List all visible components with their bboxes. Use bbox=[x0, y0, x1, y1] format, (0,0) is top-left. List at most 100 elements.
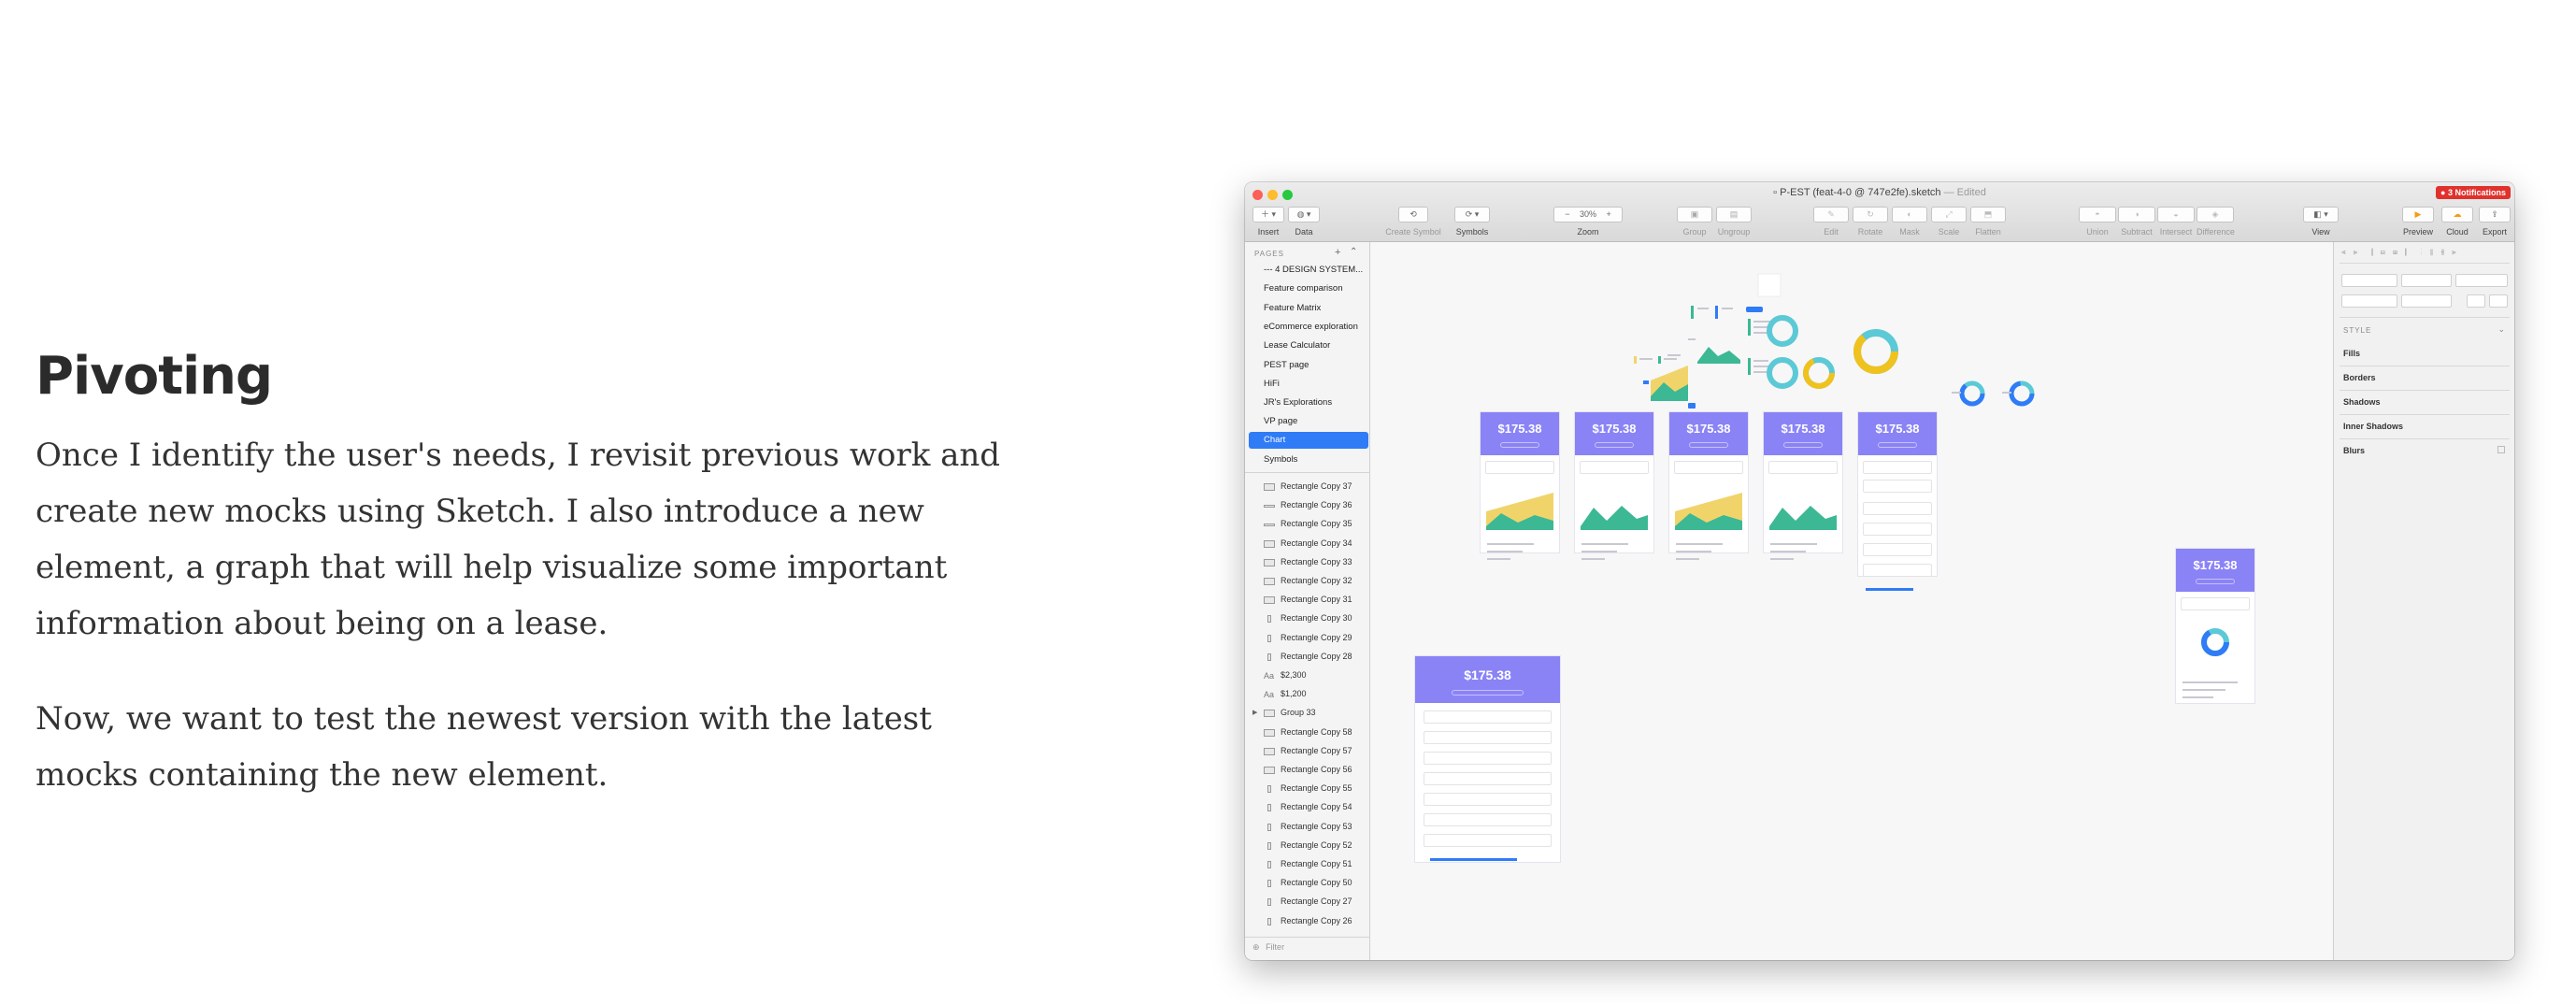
create-symbol-button[interactable]: ⟲ bbox=[1398, 207, 1428, 222]
add-page-icon[interactable]: + bbox=[1335, 247, 1340, 258]
shadows-section[interactable]: Shadows bbox=[2343, 397, 2381, 407]
group-button[interactable]: ▣ bbox=[1677, 207, 1712, 222]
layer-item[interactable]: Rectangle Copy 26 bbox=[1281, 916, 1352, 925]
header-pill-button[interactable] bbox=[1451, 690, 1524, 696]
layer-item[interactable]: Rectangle Copy 58 bbox=[1281, 727, 1352, 737]
flatten-button[interactable]: ⬒ bbox=[1970, 207, 2006, 222]
input-field[interactable] bbox=[1863, 523, 1932, 536]
slider-track[interactable] bbox=[1429, 858, 1517, 861]
input-field[interactable] bbox=[1863, 461, 1932, 474]
layer-item[interactable]: Rectangle Copy 29 bbox=[1281, 633, 1352, 642]
page-item-feature-comparison[interactable]: Feature comparison bbox=[1264, 283, 1342, 294]
x-field[interactable] bbox=[2341, 274, 2397, 287]
lock-ratio-icon[interactable] bbox=[2467, 294, 2485, 308]
layer-item[interactable]: Rectangle Copy 52 bbox=[1281, 840, 1352, 850]
artboard-card[interactable]: $175.38 bbox=[1415, 656, 1560, 862]
zoom-control[interactable]: − 30% + bbox=[1553, 207, 1623, 222]
input-field[interactable] bbox=[1424, 834, 1552, 847]
disclosure-triangle-icon[interactable]: ▶ bbox=[1252, 709, 1257, 716]
scale-button[interactable]: ⤢ bbox=[1931, 207, 1967, 222]
layer-item[interactable]: Rectangle Copy 34 bbox=[1281, 538, 1352, 548]
alignment-toolbar[interactable]: ⫷ ⫸ ▕ ⊟ ⊞ ▏ ⫶ ⫴ ⫵ ⫸ bbox=[2341, 248, 2459, 257]
collapse-pages-icon[interactable]: ⌃ bbox=[1350, 247, 1357, 257]
input-field[interactable] bbox=[1424, 813, 1552, 826]
blurs-section[interactable]: Blurs bbox=[2343, 446, 2365, 455]
data-button[interactable]: ◍ ▾ bbox=[1288, 207, 1320, 222]
input-field[interactable] bbox=[1580, 461, 1649, 474]
page-item-symbols[interactable]: Symbols bbox=[1264, 454, 1297, 465]
layer-item[interactable]: $2,300 bbox=[1281, 670, 1307, 680]
edit-button[interactable]: ✎ bbox=[1813, 207, 1849, 222]
page-item-ecommerce-exploration[interactable]: eCommerce exploration bbox=[1264, 322, 1358, 332]
header-pill-button[interactable] bbox=[1500, 442, 1539, 448]
header-pill-button[interactable] bbox=[1783, 442, 1823, 448]
borders-section[interactable]: Borders bbox=[2343, 373, 2376, 382]
layer-item[interactable]: Rectangle Copy 37 bbox=[1281, 481, 1352, 491]
page-item-vp-page[interactable]: VP page bbox=[1264, 416, 1297, 426]
union-button[interactable]: ◓ bbox=[2079, 207, 2116, 222]
layer-item[interactable]: Rectangle Copy 56 bbox=[1281, 765, 1352, 774]
difference-button[interactable]: ◈ bbox=[2197, 207, 2234, 222]
input-field[interactable] bbox=[1424, 710, 1552, 724]
intersect-button[interactable]: ◒ bbox=[2157, 207, 2195, 222]
artboard-card[interactable]: $175.38 bbox=[1764, 412, 1842, 560]
input-field[interactable] bbox=[1768, 461, 1838, 474]
y-field[interactable] bbox=[2401, 274, 2452, 287]
input-field[interactable] bbox=[1424, 793, 1552, 806]
layer-item[interactable]: Rectangle Copy 27 bbox=[1281, 896, 1352, 906]
layer-item[interactable]: Rectangle Copy 36 bbox=[1281, 500, 1352, 509]
symbols-button[interactable]: ⟳ ▾ bbox=[1454, 207, 1490, 222]
layer-item[interactable]: Rectangle Copy 33 bbox=[1281, 557, 1352, 567]
width-field[interactable] bbox=[2341, 294, 2397, 308]
export-button[interactable]: ⇪ bbox=[2479, 207, 2511, 222]
artboard-card[interactable]: $175.38 bbox=[1481, 412, 1559, 560]
layer-item[interactable]: Rectangle Copy 51 bbox=[1281, 859, 1352, 868]
input-field[interactable] bbox=[1674, 461, 1743, 474]
artboard-card[interactable]: $175.38 bbox=[2176, 549, 2254, 703]
input-field[interactable] bbox=[1863, 543, 1932, 556]
header-pill-button[interactable] bbox=[1878, 442, 1917, 448]
zoom-in-icon[interactable]: + bbox=[1607, 209, 1611, 219]
notifications-badge[interactable]: ● 3 Notifications bbox=[2436, 186, 2511, 199]
ungroup-button[interactable]: ▤ bbox=[1716, 207, 1752, 222]
flip-icon[interactable] bbox=[2489, 294, 2508, 308]
artboard-card[interactable]: $175.38 bbox=[1575, 412, 1653, 560]
page-item-lease-calculator[interactable]: Lease Calculator bbox=[1264, 340, 1330, 351]
zoom-out-icon[interactable]: − bbox=[1565, 209, 1569, 219]
layer-item[interactable]: Rectangle Copy 30 bbox=[1281, 613, 1352, 623]
inner-shadows-section[interactable]: Inner Shadows bbox=[2343, 422, 2403, 431]
layer-item[interactable]: Rectangle Copy 57 bbox=[1281, 746, 1352, 755]
slider-track[interactable] bbox=[1866, 588, 1913, 591]
layer-item[interactable]: Rectangle Copy 35 bbox=[1281, 519, 1352, 528]
input-field[interactable] bbox=[1424, 731, 1552, 744]
input-field[interactable] bbox=[1424, 752, 1552, 765]
layer-item[interactable]: Rectangle Copy 54 bbox=[1281, 802, 1352, 811]
rotate-button[interactable]: ↻ bbox=[1853, 207, 1888, 222]
fills-section[interactable]: Fills bbox=[2343, 349, 2360, 358]
height-field[interactable] bbox=[2401, 294, 2452, 308]
input-field[interactable] bbox=[1485, 461, 1554, 474]
page-item-4-design-system[interactable]: --- 4 DESIGN SYSTEM... bbox=[1264, 265, 1363, 275]
input-field[interactable] bbox=[1863, 480, 1932, 493]
mask-button[interactable]: ◐ bbox=[1892, 207, 1927, 222]
layer-item[interactable]: Rectangle Copy 55 bbox=[1281, 783, 1352, 793]
artboard-card[interactable]: $175.38 bbox=[1669, 412, 1748, 560]
blurs-toggle[interactable] bbox=[2497, 446, 2505, 453]
view-button[interactable]: ◧ ▾ bbox=[2303, 207, 2339, 222]
header-pill-button[interactable] bbox=[1595, 442, 1634, 448]
page-item-hifi[interactable]: HiFi bbox=[1264, 379, 1280, 389]
input-field[interactable] bbox=[1863, 502, 1932, 515]
preview-button[interactable]: ▶ bbox=[2402, 207, 2434, 222]
page-item-jr-s-explorations[interactable]: JR's Explorations bbox=[1264, 397, 1332, 408]
input-field[interactable] bbox=[1424, 772, 1552, 785]
layer-item[interactable]: Group 33 bbox=[1281, 708, 1316, 717]
insert-button[interactable]: ＋ ▾ bbox=[1252, 207, 1284, 222]
cloud-button[interactable]: ☁ bbox=[2441, 207, 2473, 222]
filter-input[interactable]: Filter bbox=[1266, 942, 1284, 952]
layer-item[interactable]: Rectangle Copy 28 bbox=[1281, 652, 1352, 661]
layer-item[interactable]: Rectangle Copy 50 bbox=[1281, 878, 1352, 887]
rotation-field[interactable] bbox=[2455, 274, 2508, 287]
input-field[interactable] bbox=[2181, 597, 2250, 610]
style-chevron-icon[interactable]: ⌄ bbox=[2497, 324, 2505, 335]
layer-item[interactable]: Rectangle Copy 32 bbox=[1281, 576, 1352, 585]
